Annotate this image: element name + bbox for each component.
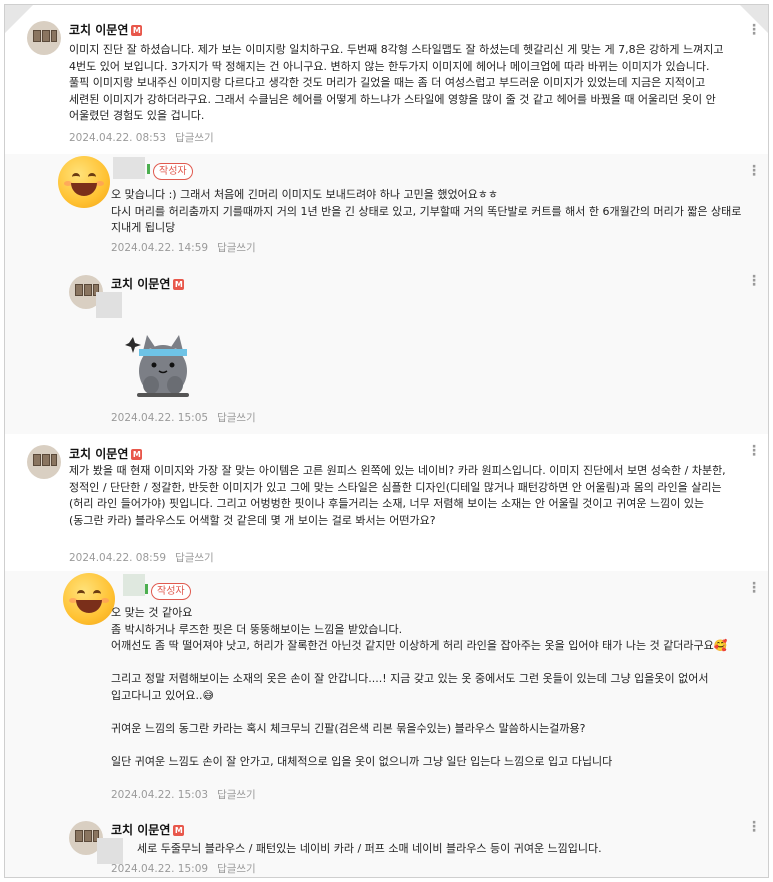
author-badge: 작성자 bbox=[151, 583, 191, 600]
comment-item: 코치 이문연 M 이미지 진단 잘 하셨습니다. 제가 보는 이미지랑 일치하구요… bbox=[5, 5, 768, 154]
reply-button[interactable]: 답글쓰기 bbox=[175, 132, 214, 144]
comment-meta: 2024.04.22. 08:53 답글쓰기 bbox=[69, 130, 214, 145]
reply-item: 코치 이문연 M 2024.04.22. 15:05 답글쓰기 ⋮ bbox=[5, 264, 768, 434]
comment-date: 2024.04.22. 15:05 bbox=[111, 412, 209, 424]
author-name-redacted bbox=[113, 157, 145, 179]
comment-author[interactable]: 코치 이문연 M bbox=[69, 445, 143, 462]
author-name[interactable]: 코치 이문연 bbox=[69, 447, 128, 461]
comment-author[interactable]: 코치 이문연 M bbox=[69, 21, 143, 38]
more-options-icon[interactable]: ⋮ bbox=[747, 23, 761, 37]
reply-item: 코치 이문연 M 세로 두줄무늬 블라우스 / 패턴있는 네이비 카라 / 퍼프 … bbox=[5, 806, 768, 877]
comment-meta: 2024.04.22. 15:03 답글쓰기 bbox=[111, 787, 256, 802]
comment-text: 제가 봤을 때 현재 이미지와 가장 잘 맞는 아이템은 고른 원피스 왼쪽에 … bbox=[69, 464, 730, 527]
manager-badge-icon: M bbox=[131, 25, 143, 36]
comment-author[interactable]: 코치 이문연 M bbox=[111, 275, 185, 292]
reply-item: 작성자 오 맞습니다 :) 그래서 처음에 긴머리 이미지도 보내드려야 하나 … bbox=[5, 154, 768, 264]
avatar[interactable] bbox=[27, 21, 61, 55]
author-name[interactable]: 코치 이문연 bbox=[111, 277, 170, 291]
reply-button[interactable]: 답글쓰기 bbox=[217, 412, 256, 424]
manager-badge-icon: M bbox=[131, 449, 143, 460]
author-name[interactable]: 코치 이문연 bbox=[111, 823, 170, 837]
comment-meta: 2024.04.22. 15:09 답글쓰기 bbox=[111, 861, 256, 876]
comment-date: 2024.04.22. 08:53 bbox=[69, 132, 167, 144]
online-indicator bbox=[147, 164, 150, 174]
comment-meta: 2024.04.22. 15:05 답글쓰기 bbox=[111, 410, 256, 425]
reply-button[interactable]: 답글쓰기 bbox=[217, 242, 256, 254]
comment-list: 코치 이문연 M 이미지 진단 잘 하셨습니다. 제가 보는 이미지랑 일치하구요… bbox=[4, 4, 769, 878]
profile-thumbnail-redacted bbox=[96, 292, 122, 318]
online-indicator bbox=[145, 584, 148, 594]
more-options-icon[interactable]: ⋮ bbox=[747, 444, 761, 458]
more-options-icon[interactable]: ⋮ bbox=[747, 164, 761, 178]
avatar[interactable] bbox=[58, 156, 110, 208]
author-name-redacted bbox=[123, 574, 145, 596]
author-badge: 작성자 bbox=[153, 163, 193, 180]
comment-author[interactable]: 코치 이문연 M bbox=[111, 821, 185, 838]
comment-meta: 2024.04.22. 08:59 답글쓰기 bbox=[69, 550, 214, 565]
reply-button[interactable]: 답글쓰기 bbox=[217, 789, 256, 801]
reply-button[interactable]: 답글쓰기 bbox=[175, 552, 214, 564]
more-options-icon[interactable]: ⋮ bbox=[747, 581, 761, 595]
author-name[interactable]: 코치 이문연 bbox=[69, 23, 128, 37]
comment-date: 2024.04.22. 08:59 bbox=[69, 552, 167, 564]
comment-text: 오 맞는 것 같아요 좀 박시하거나 루즈한 핏은 더 뚱뚱해보이는 느낌을 받… bbox=[111, 606, 728, 768]
comment-text: 세로 두줄무늬 블라우스 / 패턴있는 네이비 카라 / 퍼프 소매 네이비 블… bbox=[137, 842, 602, 855]
comment-text: 이미지 진단 잘 하셨습니다. 제가 보는 이미지랑 일치하구요. 두번째 8각… bbox=[69, 43, 728, 122]
avatar[interactable] bbox=[63, 573, 115, 625]
more-options-icon[interactable]: ⋮ bbox=[747, 274, 761, 288]
manager-badge-icon: M bbox=[173, 279, 185, 290]
more-options-icon[interactable]: ⋮ bbox=[747, 820, 761, 834]
comment-date: 2024.04.22. 15:03 bbox=[111, 789, 209, 801]
comment-date: 2024.04.22. 15:09 bbox=[111, 863, 209, 875]
reply-button[interactable]: 답글쓰기 bbox=[217, 863, 256, 875]
comment-date: 2024.04.22. 14:59 bbox=[111, 242, 209, 254]
comment-text: 오 맞습니다 :) 그래서 처음에 긴머리 이미지도 보내드려야 하나 고민을 … bbox=[111, 188, 742, 234]
manager-badge-icon: M bbox=[173, 825, 185, 836]
cat-sticker-icon bbox=[125, 335, 189, 397]
avatar[interactable] bbox=[27, 445, 61, 479]
reply-item: 작성자 오 맞는 것 같아요 좀 박시하거나 루즈한 핏은 더 뚱뚱해보이는 느… bbox=[5, 571, 768, 806]
comment-item: 코치 이문연 M 제가 봤을 때 현재 이미지와 가장 잘 맞는 아이템은 고른 … bbox=[5, 434, 768, 571]
comment-meta: 2024.04.22. 14:59 답글쓰기 bbox=[111, 240, 256, 255]
